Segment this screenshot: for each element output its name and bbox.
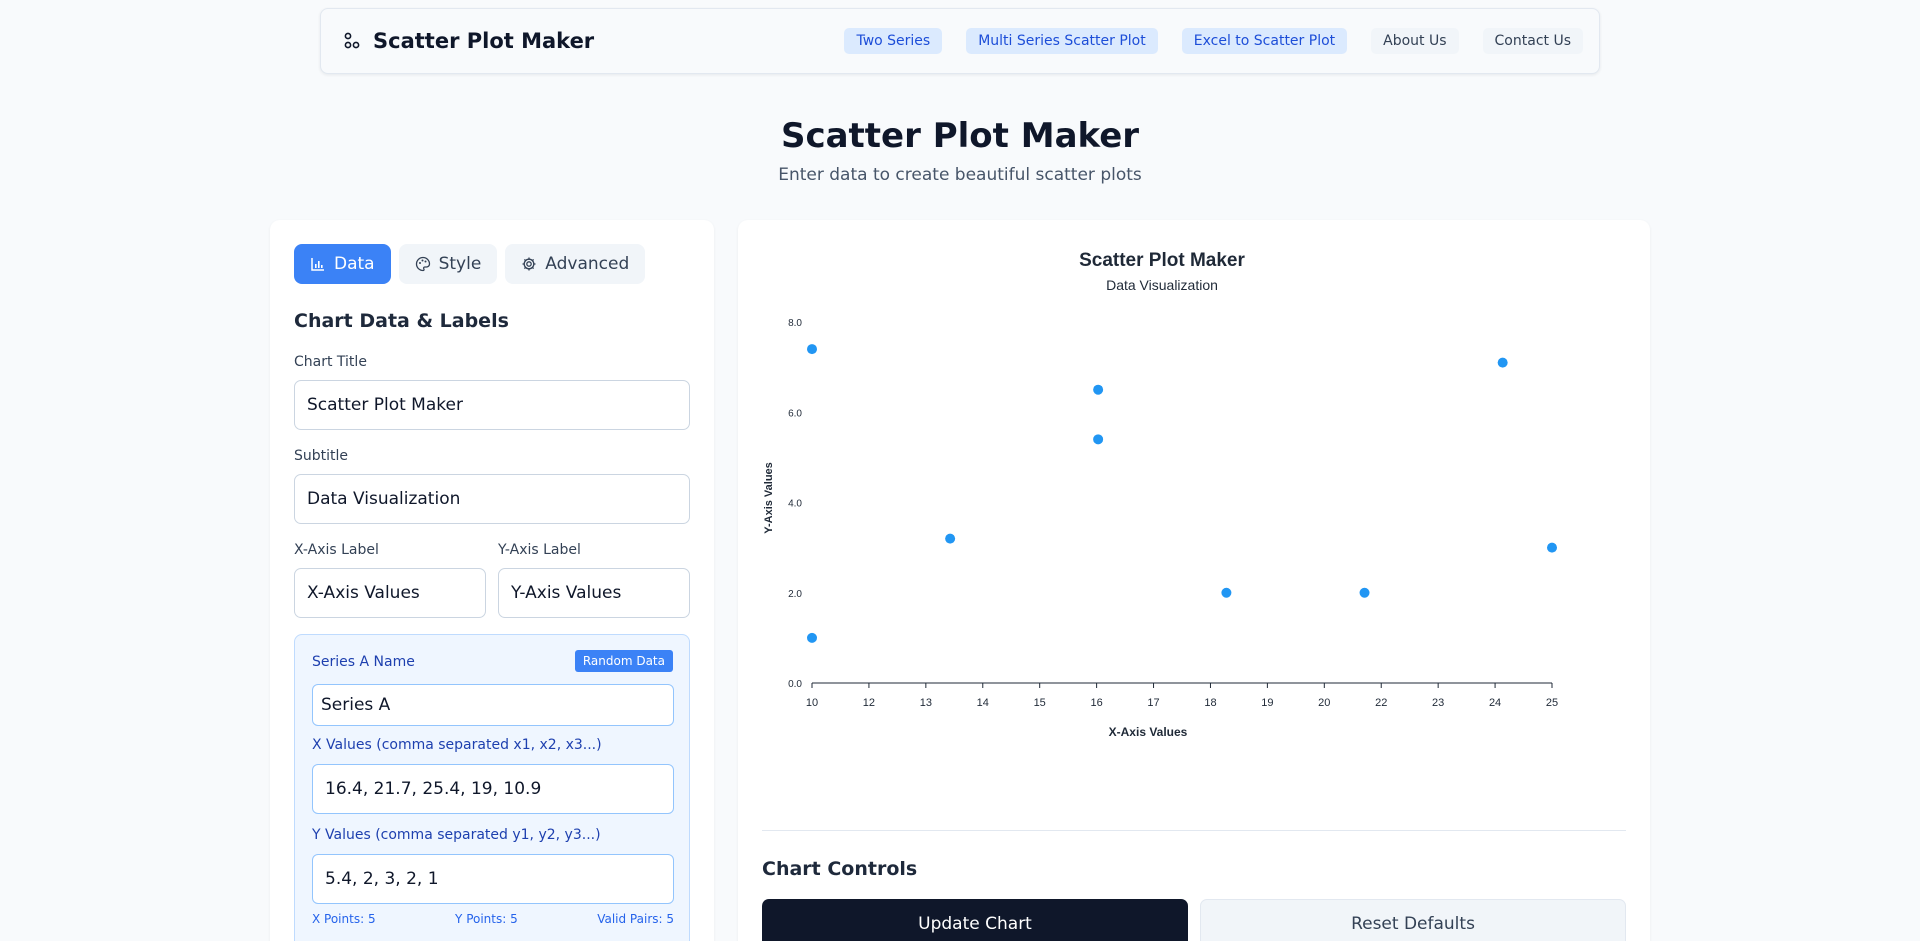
y-values-input[interactable]: 5.4, 2, 3, 2, 1 [312,854,674,904]
gear-icon [522,257,536,271]
x-axis-input[interactable]: X-Axis Values [294,568,486,618]
y-tick-label: 0.0 [788,679,802,690]
subtitle-input[interactable]: Data Visualization [294,474,690,524]
scatter-point[interactable] [1093,384,1104,395]
settings-tabs: Data Style Advanced [294,244,646,284]
x-tick-label: 25 [1546,697,1558,709]
nav-link-multi-series-scatter-plot[interactable]: Multi Series Scatter Plot [966,28,1158,54]
scatter-point[interactable] [1547,542,1557,553]
tab-advanced-label: Advanced [545,254,630,274]
nav-link-contact-us[interactable]: Contact Us [1482,28,1583,54]
top-navbar: Scatter Plot Maker Two Series Multi Serie… [320,8,1600,74]
series-name-input[interactable]: Series A [312,684,674,726]
divider [762,830,1626,831]
chart-controls-title: Chart Controls [762,858,918,880]
chart-title: Scatter Plot Maker [1079,250,1245,271]
x-values-label: X Values (comma separated x1, x2, x3...) [312,737,602,753]
x-tick-label: 15 [1034,697,1046,709]
x-points-count: X Points: 5 [312,912,376,926]
scatter-point[interactable] [1359,587,1370,598]
y-tick-label: 6.0 [788,408,802,419]
chart-points [807,344,1557,643]
nav-link-about-us[interactable]: About Us [1371,28,1459,54]
x-tick-label: 20 [1318,697,1330,709]
subtitle-label: Subtitle [294,448,349,464]
random-data-button[interactable]: Random Data [574,650,673,672]
y-axis-input[interactable]: Y-Axis Values [498,568,690,618]
nav-link-two-series[interactable]: Two Series [844,28,943,54]
tab-data-label: Data [334,254,375,274]
x-tick-label: 24 [1489,697,1501,709]
reset-defaults-button[interactable]: Reset Defaults [1200,899,1626,941]
x-tick-label: 13 [920,697,932,709]
tab-style-label: Style [438,254,482,274]
chart-panel: Scatter Plot Maker Data Visualization X-… [738,220,1650,941]
scatter-logo-icon [344,32,360,49]
bar-chart-icon [311,258,324,271]
nav-link-excel-to-scatter-plot[interactable]: Excel to Scatter Plot [1181,28,1348,54]
x-tick-label: 18 [1204,697,1216,709]
scatter-point[interactable] [1497,357,1508,368]
chart-subtitle: Data Visualization [1106,277,1218,293]
x-tick-label: 12 [863,697,875,709]
brand[interactable]: Scatter Plot Maker [343,29,594,53]
tab-data[interactable]: Data [294,244,391,284]
x-tick-label: 17 [1147,697,1159,709]
y-values-label: Y Values (comma separated y1, y2, y3...) [312,827,601,843]
series-name-label: Series A Name [312,654,415,670]
scatter-point[interactable] [807,632,817,643]
chart-title-input[interactable]: Scatter Plot Maker [294,380,690,430]
x-tick-label: 10 [806,697,818,709]
valid-pairs-count: Valid Pairs: 5 [597,912,674,926]
y-tick-label: 8.0 [788,318,802,329]
x-tick-label: 16 [1090,697,1102,709]
x-axis-label: X-Axis Label [294,542,379,558]
x-tick-label: 19 [1261,697,1273,709]
chart-axes: 10 12 13 14 15 16 17 18 19 20 22 23 24 25 0.0 2.0 4.0 6.0… [788,318,1558,709]
x-tick-label: 14 [977,697,989,709]
y-axis-title: Y-Axis Values [763,462,775,534]
y-points-count: Y Points: 5 [455,912,518,926]
y-tick-label: 4.0 [788,499,802,510]
update-chart-button[interactable]: Update Chart [762,899,1188,941]
series-a-card: Series A Name Random Data Series A X Val… [294,634,690,941]
page-subtitle: Enter data to create beautiful scatter p… [778,165,1142,185]
tab-advanced[interactable]: Advanced [505,244,646,284]
scatter-point[interactable] [945,533,956,544]
y-axis-label: Y-Axis Label [498,542,581,558]
x-tick-label: 22 [1375,697,1387,709]
scatter-point[interactable] [1093,434,1104,445]
brand-title: Scatter Plot Maker [373,29,595,53]
y-tick-label: 2.0 [788,589,802,600]
settings-panel: Data Style Advanced Chart Data & Labels … [270,220,714,941]
chart-title-label: Chart Title [294,354,367,370]
x-tick-label: 23 [1432,697,1444,709]
page-title: Scatter Plot Maker [780,116,1140,156]
nav-links: Two Series Multi Series Scatter Plot Excel… [844,28,1583,54]
point-counts: X Points: 5 Y Points: 5 Valid Pairs: 5 [312,912,674,926]
scatter-chart: Scatter Plot Maker Data Visualization X-… [763,250,1558,739]
x-values-input[interactable]: 16.4, 21.7, 25.4, 19, 10.9 [312,764,674,814]
scatter-point[interactable] [1221,587,1232,598]
tab-style[interactable]: Style [398,244,498,284]
palette-icon [415,256,430,272]
section-title: Chart Data & Labels [294,310,509,332]
scatter-point[interactable] [807,344,817,355]
x-axis-title: X-Axis Values [1109,725,1188,739]
